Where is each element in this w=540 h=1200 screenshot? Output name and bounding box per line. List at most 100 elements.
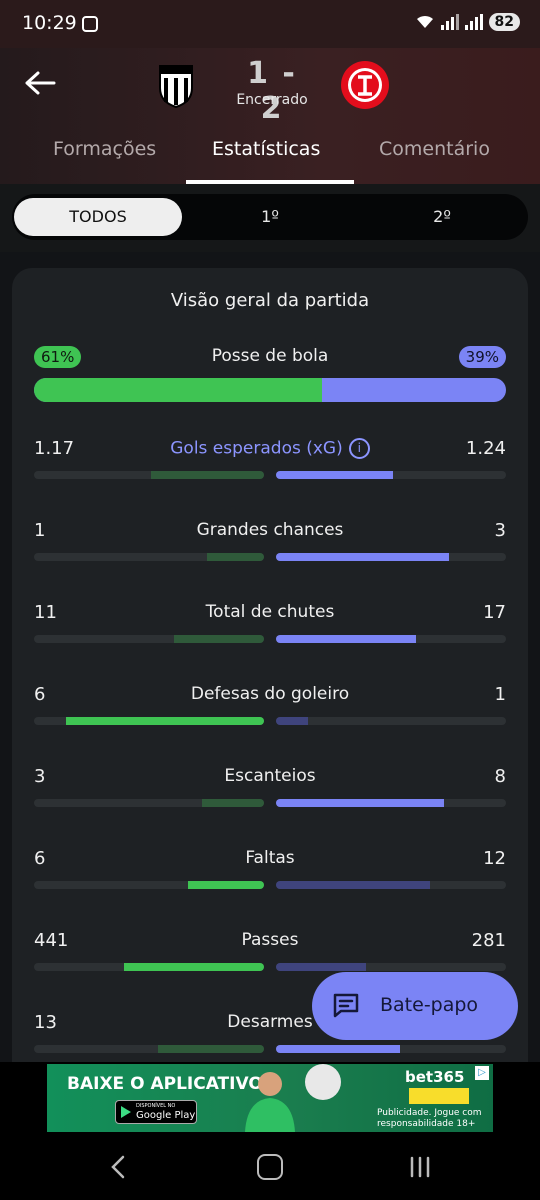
google-play-name: Google Play: [136, 1110, 196, 1121]
stat-row: 11 Total de chutes 17: [34, 602, 506, 662]
ad-disclaimer-2: responsabilidade 18+: [377, 1119, 476, 1129]
nav-home-icon[interactable]: [257, 1154, 283, 1180]
santos-crest-icon[interactable]: [156, 60, 196, 108]
stat-row: 3 Escanteios 8: [34, 766, 506, 826]
wifi-icon: [416, 15, 433, 28]
stat-label-text: Faltas: [245, 848, 295, 868]
stat-away-fill: [276, 553, 449, 561]
stat-home-track: [34, 471, 264, 479]
info-icon[interactable]: i: [348, 438, 370, 459]
tab-comentario[interactable]: Comentário: [379, 138, 490, 160]
possession-home-fill: [34, 378, 322, 402]
possession-bar: [34, 378, 506, 402]
back-arrow-icon[interactable]: [24, 70, 56, 96]
stat-label: Total de chutes: [34, 602, 506, 622]
period-todos-button[interactable]: TODOS: [14, 198, 182, 236]
nav-recent-apps-icon[interactable]: [408, 1156, 432, 1178]
period-first-half-button[interactable]: 1º: [186, 198, 354, 236]
stat-away-fill: [276, 1045, 401, 1053]
system-nav-bar: [0, 1136, 540, 1200]
stat-label-text: Passes: [241, 930, 299, 950]
stat-row: 1 Grandes chances 3: [34, 520, 506, 580]
google-play-icon: [121, 1106, 131, 1118]
stat-home-fill: [188, 881, 264, 889]
stat-away-fill: [276, 717, 309, 725]
tab-formacoes[interactable]: Formações: [53, 138, 156, 160]
match-header: 1 - 2 Encerrado Formações Estatísticas C…: [0, 48, 540, 184]
chat-button-label: Bate-papo: [380, 994, 479, 1016]
ad-ball-icon: [305, 1064, 341, 1100]
stat-home-track: [34, 963, 264, 971]
stat-away-value: 1: [494, 684, 506, 705]
possession-away-badge: 39%: [458, 346, 506, 368]
stat-away-track: [276, 635, 506, 643]
stat-away-track: [276, 963, 506, 971]
stat-label-text: Total de chutes: [205, 602, 335, 622]
stat-label-text: Gols esperados (xG): [170, 438, 343, 459]
stat-home-track: [34, 635, 264, 643]
stat-away-track: [276, 1045, 506, 1053]
stat-label: Escanteios: [34, 766, 506, 786]
stat-label: Defesas do goleiro: [34, 684, 506, 704]
stat-home-track: [34, 881, 264, 889]
stats-content[interactable]: Visão geral da partida 61% Posse de bola…: [0, 252, 540, 1062]
stat-home-fill: [206, 553, 264, 561]
stat-label[interactable]: Gols esperados (xG) i: [34, 438, 506, 459]
tab-estatisticas[interactable]: Estatísticas: [212, 138, 320, 160]
internacional-crest-icon[interactable]: [340, 60, 390, 110]
stat-away-value: 3: [494, 520, 506, 541]
stat-label-text: Desarmes: [227, 1012, 313, 1032]
stat-label: Passes: [34, 930, 506, 950]
stat-home-fill: [158, 1045, 264, 1053]
stat-away-fill: [276, 799, 444, 807]
stat-home-track: [34, 553, 264, 561]
ad-brand: bet365: [405, 1068, 465, 1086]
nav-back-icon[interactable]: [108, 1154, 128, 1180]
battery-indicator: 82: [488, 13, 520, 31]
period-segmented-control: TODOS 1º 2º: [12, 194, 528, 240]
period-selector-bar: TODOS 1º 2º: [0, 184, 540, 252]
stat-away-fill: [276, 471, 394, 479]
stat-label-text: Grandes chances: [196, 520, 344, 540]
ad-disclaimer-1: Publicidade. Jogue com: [377, 1108, 482, 1118]
ad-area: BAIXE O APLICATIVO DISPONÍVEL NO Google …: [0, 1062, 540, 1136]
stat-home-fill: [174, 635, 264, 643]
stat-away-fill: [276, 881, 431, 889]
stat-row: 6 Faltas 12: [34, 848, 506, 908]
ad-player-image-icon: [245, 1072, 295, 1132]
stat-away-value: 12: [483, 848, 506, 869]
stat-away-value: 8: [494, 766, 506, 787]
match-overview-card: Visão geral da partida 61% Posse de bola…: [12, 268, 528, 1062]
stat-label: Faltas: [34, 848, 506, 868]
stat-away-track: [276, 717, 506, 725]
stat-home-fill: [66, 717, 264, 725]
stat-away-value: 17: [483, 602, 506, 623]
stat-home-fill: [151, 471, 264, 479]
ad-banner[interactable]: BAIXE O APLICATIVO DISPONÍVEL NO Google …: [47, 1064, 493, 1132]
stat-away-value: 281: [471, 930, 506, 951]
stat-home-track: [34, 717, 264, 725]
google-play-badge[interactable]: DISPONÍVEL NO Google Play: [115, 1100, 197, 1124]
signal-icon: [440, 14, 459, 30]
ad-choices-icon[interactable]: ▷: [475, 1066, 489, 1080]
status-time: 10:29: [22, 12, 77, 34]
stat-row: 1.17 Gols esperados (xG) i 1.24: [34, 438, 506, 498]
chat-button[interactable]: Bate-papo: [312, 972, 518, 1040]
match-score: 1 - 2: [247, 56, 297, 126]
stat-home-track: [34, 1045, 264, 1053]
ad-cta-block: [409, 1088, 469, 1104]
stat-row: 6 Defesas do goleiro 1: [34, 684, 506, 744]
stat-away-track: [276, 881, 506, 889]
stat-away-value: 1.24: [465, 438, 506, 459]
stat-home-fill: [201, 799, 264, 807]
stat-away-fill: [276, 963, 366, 971]
google-play-small-text: DISPONÍVEL NO: [136, 1103, 176, 1109]
period-second-half-button[interactable]: 2º: [358, 198, 526, 236]
stat-away-fill: [276, 635, 417, 643]
stat-label-text: Defesas do goleiro: [190, 684, 350, 704]
stat-home-track: [34, 799, 264, 807]
signal-icon-2: [464, 14, 483, 30]
stat-away-track: [276, 553, 506, 561]
screenshot-icon: [82, 16, 98, 32]
possession-label: Posse de bola: [211, 346, 329, 366]
